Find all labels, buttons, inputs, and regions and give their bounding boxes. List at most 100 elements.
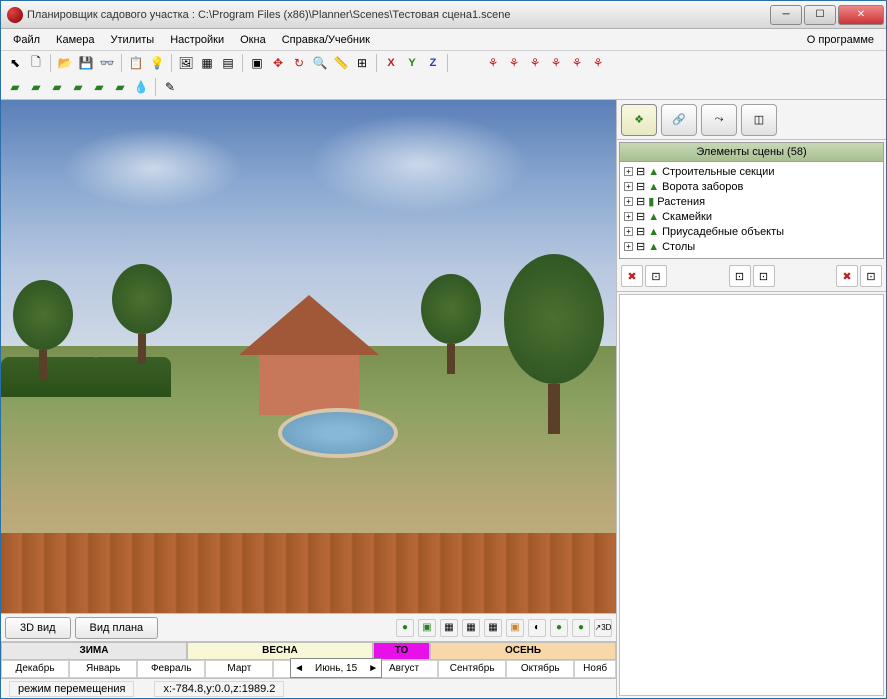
- tree-item[interactable]: +⊟▮Растения: [622, 194, 881, 209]
- minimize-button[interactable]: ─: [770, 5, 802, 25]
- move-icon[interactable]: ✥: [268, 53, 288, 73]
- toolbar-secondary: ▰ ▰ ▰ ▰ ▰ ▰ 💧 ✎: [1, 75, 886, 99]
- object-tool-3-icon[interactable]: ⚘: [525, 53, 545, 73]
- object-tool-4-icon[interactable]: ⚘: [546, 53, 566, 73]
- delete-2-icon[interactable]: ✖: [836, 265, 858, 287]
- render-3-icon[interactable]: ▦: [440, 619, 458, 637]
- statusbar: режим перемещения x:-784.8,y:0.0,z:1989.…: [1, 678, 616, 698]
- object-tool-1-icon[interactable]: ⚘: [483, 53, 503, 73]
- terrain-5-icon[interactable]: ▰: [89, 77, 109, 97]
- month-sep[interactable]: Сентябрь: [438, 660, 506, 678]
- terrain-2-icon[interactable]: ▰: [26, 77, 46, 97]
- terrain-3-icon[interactable]: ▰: [47, 77, 67, 97]
- season-winter[interactable]: ЗИМА: [1, 642, 187, 660]
- month-nov[interactable]: Нояб: [574, 660, 616, 678]
- menu-settings[interactable]: Настройки: [162, 31, 232, 49]
- menu-utils[interactable]: Утилиты: [103, 31, 163, 49]
- timeline: ЗИМА ВЕСНА ТО ОСЕНЬ Декабрь Январь Февра…: [1, 641, 616, 678]
- view-controls: 3D вид Вид плана ● ▣ ▦ ▦ ▦ ▣ ◐ ● ● ↗3D: [1, 613, 616, 641]
- month-feb[interactable]: Февраль: [137, 660, 205, 678]
- open-icon[interactable]: 📂: [55, 53, 75, 73]
- action-4-icon[interactable]: ⊡: [753, 265, 775, 287]
- terrain-6-icon[interactable]: ▰: [110, 77, 130, 97]
- 3d-viewport[interactable]: [1, 100, 616, 613]
- render-7-icon[interactable]: ◐: [528, 619, 546, 637]
- terrain-1-icon[interactable]: ▰: [5, 77, 25, 97]
- menu-help[interactable]: Справка/Учебник: [274, 31, 378, 49]
- view-3d-tab[interactable]: 3D вид: [5, 617, 71, 639]
- side-tabs: ❖ 🔗 ⤳ ◫: [617, 100, 886, 140]
- render-1-icon[interactable]: ●: [396, 619, 414, 637]
- tab-link-icon[interactable]: 🔗: [661, 104, 697, 136]
- properties-panel: [619, 294, 884, 696]
- tree-item[interactable]: +⊟▲Скамейки: [622, 209, 881, 224]
- menu-about[interactable]: О программе: [799, 31, 882, 49]
- season-autumn[interactable]: ОСЕНЬ: [430, 642, 616, 660]
- image-icon[interactable]: 🖼: [176, 53, 196, 73]
- bounds-icon[interactable]: ▣: [247, 53, 267, 73]
- rotate-icon[interactable]: ↻: [289, 53, 309, 73]
- scene-tree[interactable]: +⊟▲Строительные секции +⊟▲Ворота заборов…: [620, 162, 883, 258]
- tree-item-label: Столы: [662, 241, 695, 253]
- copy-icon[interactable]: 📋: [126, 53, 146, 73]
- zoom-icon[interactable]: 🔍: [310, 53, 330, 73]
- action-3-icon[interactable]: ⊡: [729, 265, 751, 287]
- render-5-icon[interactable]: ▦: [484, 619, 502, 637]
- tree-item[interactable]: +⊟▲Приусадебные объекты: [622, 224, 881, 239]
- terrain-4-icon[interactable]: ▰: [68, 77, 88, 97]
- eyedropper-icon[interactable]: ✎: [160, 77, 180, 97]
- axis-x-button[interactable]: X: [381, 53, 401, 73]
- menu-file[interactable]: Файл: [5, 31, 48, 49]
- delete-1-icon[interactable]: ✖: [621, 265, 643, 287]
- axis-y-button[interactable]: Y: [402, 53, 422, 73]
- view-plan-tab[interactable]: Вид плана: [75, 617, 159, 639]
- action-6-icon[interactable]: ⊡: [860, 265, 882, 287]
- object-tool-5-icon[interactable]: ⚘: [567, 53, 587, 73]
- date-navigator: ◄ Июнь, 15 ►: [290, 658, 382, 678]
- render-6-icon[interactable]: ▣: [506, 619, 524, 637]
- date-next-button[interactable]: ►: [365, 663, 381, 674]
- month-dec[interactable]: Декабрь: [1, 660, 69, 678]
- menubar: Файл Камера Утилиты Настройки Окна Справ…: [1, 29, 886, 51]
- scene-tree-panel: Элементы сцены (58) +⊟▲Строительные секц…: [619, 142, 884, 259]
- save-icon[interactable]: 💾: [76, 53, 96, 73]
- light-icon[interactable]: 💡: [147, 53, 167, 73]
- object-tool-2-icon[interactable]: ⚘: [504, 53, 524, 73]
- render-2-icon[interactable]: ▣: [418, 619, 436, 637]
- axis-z-button[interactable]: Z: [423, 53, 443, 73]
- render-9-icon[interactable]: ●: [572, 619, 590, 637]
- tree-item[interactable]: +⊟▲Строительные секции: [622, 164, 881, 179]
- new-icon[interactable]: 🗋: [26, 53, 46, 73]
- month-mar[interactable]: Март: [205, 660, 273, 678]
- window-title: Планировщик садового участка : C:\Progra…: [27, 9, 770, 21]
- titlebar: Планировщик садового участка : C:\Progra…: [1, 1, 886, 29]
- menu-windows[interactable]: Окна: [232, 31, 274, 49]
- tree-item[interactable]: +⊟▲Столы: [622, 239, 881, 254]
- water-icon[interactable]: 💧: [131, 77, 151, 97]
- snap-icon[interactable]: ⊞: [352, 53, 372, 73]
- render-4-icon[interactable]: ▦: [462, 619, 480, 637]
- tab-cube-icon[interactable]: ◫: [741, 104, 777, 136]
- grid-icon[interactable]: ▤: [218, 53, 238, 73]
- object-tool-6-icon[interactable]: ⚘: [588, 53, 608, 73]
- menu-camera[interactable]: Камера: [48, 31, 102, 49]
- close-button[interactable]: ✕: [838, 5, 884, 25]
- tab-scene-icon[interactable]: ❖: [621, 104, 657, 136]
- tab-path-icon[interactable]: ⤳: [701, 104, 737, 136]
- month-jan[interactable]: Январь: [69, 660, 137, 678]
- maximize-button[interactable]: ☐: [804, 5, 836, 25]
- month-oct[interactable]: Октябрь: [506, 660, 574, 678]
- render-8-icon[interactable]: ●: [550, 619, 568, 637]
- tree-item-label: Скамейки: [662, 211, 712, 223]
- measure-icon[interactable]: 📏: [331, 53, 351, 73]
- render-3d-icon[interactable]: ↗3D: [594, 619, 612, 637]
- layers-icon[interactable]: ▦: [197, 53, 217, 73]
- tree-item[interactable]: +⊟▲Ворота заборов: [622, 179, 881, 194]
- select-icon[interactable]: ⬉: [5, 53, 25, 73]
- status-coords: x:-784.8,y:0.0,z:1989.2: [154, 681, 284, 697]
- date-prev-button[interactable]: ◄: [291, 663, 307, 674]
- binoculars-icon[interactable]: 👓: [97, 53, 117, 73]
- app-icon: [7, 7, 23, 23]
- action-2-icon[interactable]: ⊡: [645, 265, 667, 287]
- tree-item-label: Ворота заборов: [662, 181, 743, 193]
